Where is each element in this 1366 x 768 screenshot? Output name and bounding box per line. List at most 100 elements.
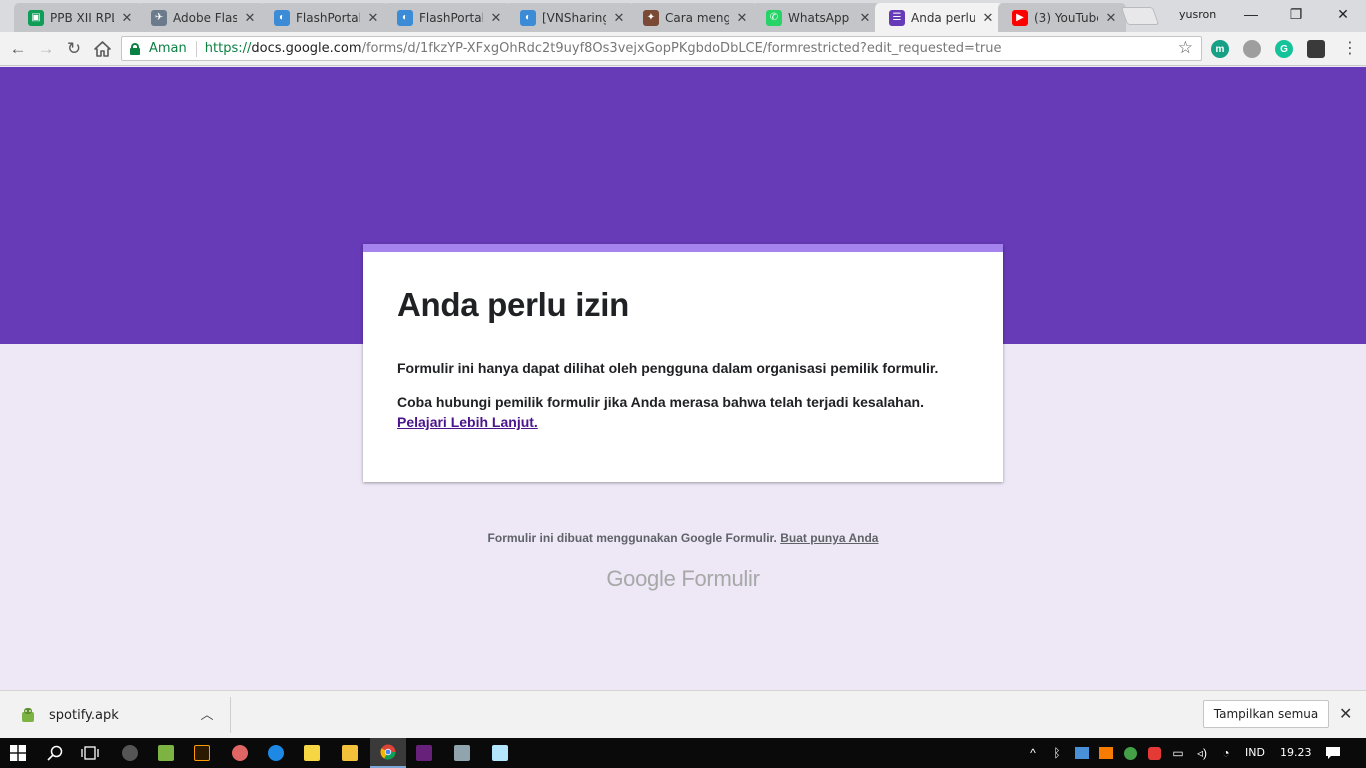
new-tab-button[interactable] [1120, 7, 1160, 25]
tab-close-icon[interactable]: ✕ [120, 10, 134, 26]
tab-favicon-icon: ☰ [889, 9, 905, 26]
browser-tab[interactable]: ▶ (3) YouTube ✕ [998, 3, 1126, 32]
learn-more-link[interactable]: Pelajari Lebih Lanjut. [397, 414, 538, 430]
taskbar-app-android[interactable] [148, 738, 184, 768]
tab-close-icon[interactable]: ✕ [981, 10, 995, 26]
taskbar-app-chrome[interactable] [370, 738, 406, 768]
browser-tab[interactable]: ◐ FlashPortable ✕ [260, 3, 388, 32]
chevron-up-icon[interactable]: ︿ [199, 704, 215, 723]
edge-icon [268, 745, 284, 761]
action-center-icon[interactable] [1322, 738, 1344, 768]
restriction-message: Formulir ini hanya dapat dilihat oleh pe… [397, 360, 939, 376]
extension-grammarly-icon[interactable]: G [1275, 40, 1293, 58]
back-button[interactable]: ← [6, 37, 30, 61]
tab-close-icon[interactable]: ✕ [858, 10, 872, 26]
forms-wordmark: Formulir [681, 566, 760, 591]
browser-tab[interactable]: ✦ Cara meng ✕ [629, 3, 757, 32]
task-view-button[interactable] [72, 738, 108, 768]
home-icon [93, 41, 111, 57]
browser-tab[interactable]: ✈ Adobe Flash ✕ [137, 3, 265, 32]
url-path: /forms/d/1fkzYP-XFxgOhRdc2t9uyf8Os3vejxG… [361, 41, 1002, 56]
tab-close-icon[interactable]: ✕ [612, 10, 626, 26]
browser-menu-icon[interactable]: ⋮ [1341, 39, 1359, 59]
windows-taskbar: ^ ᛒ ▭ ◃) ◔ IND 19.23 [0, 738, 1366, 768]
taskbar-app-visual-studio[interactable] [406, 738, 442, 768]
extension-evernote-icon[interactable] [1307, 40, 1325, 58]
window-close-button[interactable]: ✕ [1320, 0, 1366, 28]
tab-close-icon[interactable]: ✕ [489, 10, 503, 26]
battery-icon[interactable]: ▭ [1168, 738, 1188, 768]
illustrator-icon [194, 745, 210, 761]
remote-desktop-icon [454, 745, 470, 761]
tab-title: WhatsApp [788, 10, 850, 25]
bookmark-star-icon[interactable]: ☆ [1178, 38, 1193, 58]
taskbar-app-notepad[interactable] [482, 738, 518, 768]
taskbar-app-edge[interactable] [258, 738, 294, 768]
taskbar-app-illustrator[interactable] [184, 738, 220, 768]
tab-close-icon[interactable]: ✕ [243, 10, 257, 26]
reload-button[interactable]: ↻ [62, 37, 86, 61]
taskbar-app-sticky-notes[interactable] [294, 738, 330, 768]
create-your-own-link[interactable]: Buat punya Anda [780, 531, 878, 545]
chrome-icon [380, 744, 396, 760]
tray-globe-icon[interactable] [1120, 738, 1140, 768]
minimize-button[interactable]: — [1228, 0, 1274, 28]
google-forms-logo[interactable]: Google Formulir [0, 566, 1366, 592]
google-wordmark: Google [606, 566, 676, 591]
input-language[interactable]: IND [1245, 746, 1265, 759]
tab-title: PPB XII RPL [50, 10, 114, 25]
close-shelf-icon[interactable]: ✕ [1339, 704, 1352, 724]
task-view-icon [81, 746, 99, 760]
contact-owner-text: Coba hubungi pemilik formulir jika Anda … [397, 394, 924, 410]
restore-button[interactable]: ❐ [1273, 0, 1319, 28]
tab-favicon-icon: ◐ [520, 9, 536, 26]
volume-icon[interactable]: ◃) [1192, 738, 1212, 768]
taskbar-app-pin[interactable] [112, 738, 148, 768]
wifi-icon[interactable]: ◔ [1216, 738, 1236, 768]
browser-tab[interactable]: ▣ PPB XII RPL ✕ [14, 3, 142, 32]
home-button[interactable] [90, 37, 114, 61]
taskbar-app-file-explorer[interactable] [332, 738, 368, 768]
show-all-downloads-button[interactable]: Tampilkan semua [1203, 700, 1329, 728]
pin-app-icon [122, 745, 138, 761]
browser-tab[interactable]: ◐ [VNSharing] ✕ [506, 3, 634, 32]
tab-favicon-icon: ▶ [1012, 9, 1028, 26]
extension-grey-icon[interactable] [1243, 40, 1261, 58]
tab-close-icon[interactable]: ✕ [1104, 10, 1118, 26]
search-button[interactable] [37, 738, 73, 768]
notification-icon [1326, 747, 1340, 759]
back-arrow-icon: ← [9, 39, 27, 58]
taskbar-app-paint[interactable] [222, 738, 258, 768]
tab-title: Cara meng [665, 10, 729, 25]
windows-logo-icon [10, 745, 26, 761]
browser-tab[interactable]: ☰ Anda perlu ✕ [875, 3, 1003, 32]
bluetooth-icon[interactable]: ᛒ [1048, 738, 1066, 768]
taskbar-app-network[interactable] [444, 738, 480, 768]
tray-security-icon[interactable] [1144, 738, 1164, 768]
download-file-name[interactable]: spotify.apk [49, 708, 119, 723]
footer-text: Formulir ini dibuat menggunakan Google F… [487, 531, 777, 545]
tray-xampp-icon[interactable] [1096, 738, 1116, 768]
start-button[interactable] [0, 738, 36, 768]
address-bar[interactable]: Aman https:// docs.google.com /forms/d/1… [121, 36, 1202, 61]
tray-app-icon[interactable] [1072, 738, 1092, 768]
forward-button[interactable]: → [34, 37, 58, 61]
tab-title: FlashPortable [296, 10, 360, 25]
folder-icon [342, 745, 358, 761]
tab-title: FlashPortable [419, 10, 483, 25]
show-hidden-icons-button[interactable]: ^ [1024, 738, 1042, 768]
extension-m-icon[interactable]: m [1211, 40, 1229, 58]
tab-favicon-icon: ◐ [274, 9, 290, 26]
tab-close-icon[interactable]: ✕ [735, 10, 749, 26]
profile-name[interactable]: yusron [1179, 8, 1216, 21]
visual-studio-icon [416, 745, 432, 761]
browser-tab[interactable]: ◐ FlashPortable ✕ [383, 3, 511, 32]
apk-file-icon [22, 708, 34, 722]
tab-close-icon[interactable]: ✕ [366, 10, 380, 26]
tab-title: Anda perlu [911, 10, 975, 25]
download-divider [230, 697, 231, 733]
browser-tab[interactable]: ✆ WhatsApp ✕ [752, 3, 880, 32]
url-host: docs.google.com [251, 41, 362, 56]
system-clock[interactable]: 19.23 [1280, 746, 1312, 759]
android-studio-icon [158, 745, 174, 761]
